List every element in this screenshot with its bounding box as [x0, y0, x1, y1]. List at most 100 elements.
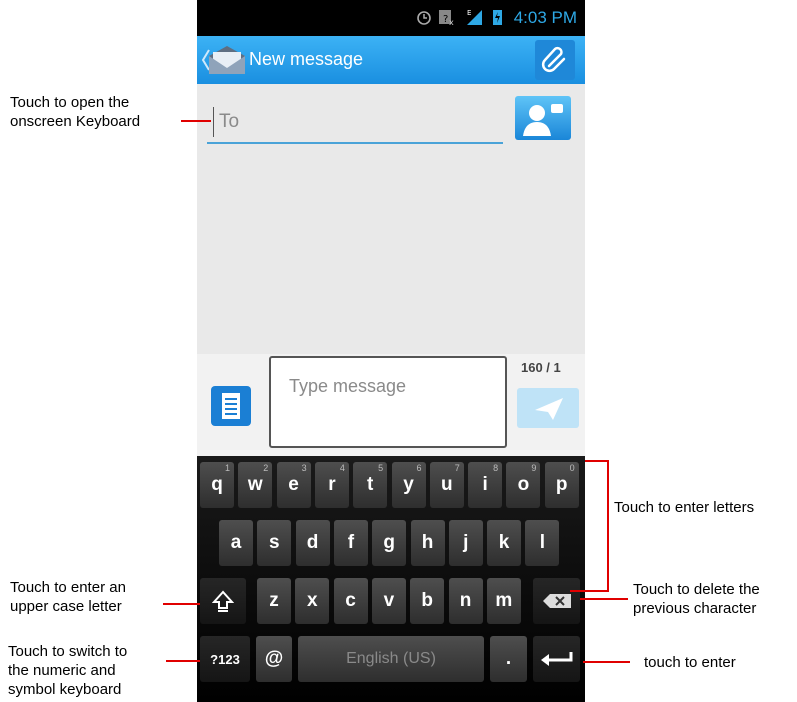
- mail-icon[interactable]: [207, 42, 247, 78]
- key-z[interactable]: z: [257, 578, 291, 624]
- callout-bracket-side: [607, 460, 609, 592]
- key-g[interactable]: g: [372, 520, 407, 566]
- contacts-button[interactable]: [515, 96, 571, 140]
- callout-line-1: Touch to delete the: [633, 581, 760, 598]
- message-placeholder: Type message: [289, 376, 407, 396]
- callout-pointer: [580, 598, 628, 600]
- key-j[interactable]: j: [448, 520, 483, 566]
- callout-pointer: [583, 661, 630, 663]
- key-a[interactable]: a: [219, 520, 253, 566]
- callout-line-2: the numeric and: [8, 662, 116, 679]
- key-hint: 3: [301, 463, 307, 473]
- callout-line-1: Touch to enter an: [10, 579, 126, 596]
- callout-pointer: [166, 660, 200, 662]
- message-input[interactable]: Type message: [269, 356, 507, 448]
- key-hint: 4: [339, 463, 345, 473]
- callout-enter: touch to enter: [644, 654, 736, 671]
- at-key[interactable]: @: [256, 636, 292, 682]
- key-hint: 1: [224, 463, 230, 473]
- action-bar: New message: [197, 36, 585, 84]
- callout-line-1: Touch to switch to: [8, 643, 128, 660]
- key-u[interactable]: u7: [429, 462, 464, 508]
- send-icon: [535, 398, 563, 420]
- svg-text:E: E: [467, 9, 471, 17]
- phone-screen: ? x E 4:03 PM New message To Type messag…: [197, 0, 585, 702]
- backspace-icon: [542, 594, 571, 608]
- paperclip-icon: [541, 46, 566, 73]
- key-p[interactable]: p0: [544, 462, 579, 508]
- key-i[interactable]: i8: [468, 462, 503, 508]
- callout-line-2: previous character: [633, 600, 757, 617]
- key-label: b: [421, 590, 433, 611]
- key-y[interactable]: y6: [391, 462, 426, 508]
- key-label: i: [482, 474, 488, 495]
- callout-pointer: [181, 120, 211, 122]
- space-key[interactable]: English (US): [298, 636, 484, 682]
- key-label: z: [269, 590, 279, 611]
- key-label: h: [421, 532, 434, 553]
- callout-pointer: [163, 603, 200, 605]
- callout-delete: Touch to delete the previous character: [633, 580, 760, 618]
- send-button[interactable]: [517, 388, 579, 428]
- signal-icon: E: [467, 9, 482, 25]
- key-label: u: [440, 474, 453, 495]
- key-h[interactable]: h: [410, 520, 445, 566]
- key-e[interactable]: e3: [276, 462, 311, 508]
- page-title: New message: [249, 49, 364, 69]
- key-label: f: [347, 532, 355, 553]
- key-label: o: [517, 474, 530, 495]
- callout-numeric: Touch to switch to the numeric and symbo…: [8, 642, 127, 699]
- key-t[interactable]: t5: [353, 462, 388, 508]
- callout-line-2: upper case letter: [10, 598, 122, 615]
- key-s[interactable]: s: [257, 520, 292, 566]
- key-m[interactable]: m: [486, 578, 521, 624]
- shift-icon: [212, 590, 234, 612]
- clock: 4:03 PM: [513, 8, 577, 27]
- shift-key[interactable]: [200, 578, 246, 624]
- key-f[interactable]: f: [333, 520, 368, 566]
- callout-line-3: symbol keyboard: [8, 681, 122, 698]
- key-l[interactable]: l: [525, 520, 560, 566]
- key-hint: 0: [569, 463, 575, 473]
- no-sim-icon: ? x: [439, 10, 454, 26]
- callout-line-2: onscreen Keyboard: [10, 113, 141, 130]
- key-label: a: [230, 532, 242, 553]
- symbols-key[interactable]: ?123: [200, 636, 250, 682]
- alarm-icon: [417, 11, 431, 25]
- template-button[interactable]: [211, 386, 251, 426]
- key-w[interactable]: w2: [238, 462, 273, 508]
- key-label: m: [495, 590, 513, 611]
- key-label: k: [498, 532, 510, 553]
- key-n[interactable]: n: [448, 578, 483, 624]
- text-cursor: [213, 107, 214, 137]
- key-hint: 9: [531, 463, 537, 473]
- period-key[interactable]: .: [490, 636, 527, 682]
- key-hint: 6: [416, 463, 422, 473]
- svg-text:?: ?: [443, 14, 448, 25]
- key-label: e: [288, 474, 299, 495]
- key-label: s: [269, 532, 280, 553]
- key-label: n: [459, 590, 472, 611]
- key-k[interactable]: k: [487, 520, 522, 566]
- key-c[interactable]: c: [333, 578, 368, 624]
- key-label: v: [383, 590, 395, 611]
- recipient-placeholder: To: [219, 111, 240, 132]
- message-bar: Type message 160 / 1: [197, 354, 585, 456]
- key-x[interactable]: x: [295, 578, 330, 624]
- key-o[interactable]: o9: [506, 462, 541, 508]
- key-b[interactable]: b: [410, 578, 445, 624]
- template-icon: [222, 393, 240, 419]
- key-label: p: [555, 474, 568, 495]
- backspace-key[interactable]: [533, 578, 580, 624]
- key-d[interactable]: d: [295, 520, 330, 566]
- key-q[interactable]: q1: [200, 462, 234, 508]
- recipient-field[interactable]: To: [207, 102, 503, 144]
- attach-button[interactable]: [535, 40, 575, 80]
- key-label: j: [463, 532, 469, 553]
- key-r[interactable]: r4: [314, 462, 349, 508]
- enter-key[interactable]: [533, 636, 580, 682]
- callout-enter-letters: Touch to enter letters: [614, 499, 755, 516]
- callout-line-1: Touch to open the: [10, 94, 130, 111]
- key-label: x: [307, 590, 318, 611]
- key-v[interactable]: v: [371, 578, 406, 624]
